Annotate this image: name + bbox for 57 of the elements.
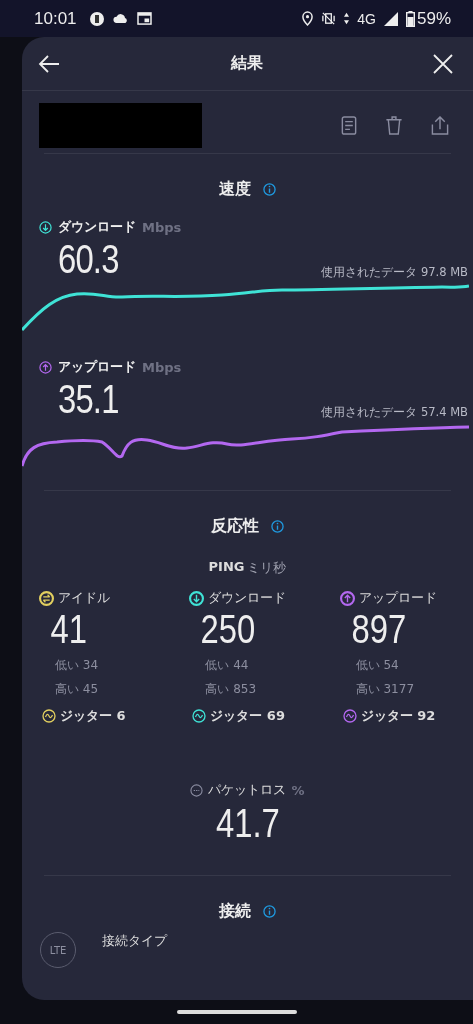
status-time: 10:01 <box>34 8 77 29</box>
info-icon[interactable] <box>271 519 284 533</box>
ping-low: 低い 34 <box>54 657 100 674</box>
ping-high: 高い 3177 <box>354 681 415 698</box>
ping-column-label: アップロード <box>358 589 437 607</box>
vibrate-off-icon <box>321 11 337 26</box>
speed-label: ダウンロード <box>58 218 136 236</box>
packet-loss-unit: % <box>291 782 305 798</box>
close-button[interactable] <box>433 53 453 74</box>
ping-value: 41 <box>49 607 88 651</box>
speed-unit: Mbps <box>142 359 182 375</box>
jitter-icon <box>42 709 56 723</box>
back-button[interactable] <box>38 54 60 73</box>
ping-high: 高い 853 <box>204 681 258 698</box>
jitter-value: ジッター 92 <box>360 707 436 725</box>
jitter-value: ジッター 6 <box>60 707 126 725</box>
ping-column-label: アイドル <box>58 589 110 607</box>
sheet-title: 結果 <box>230 53 263 74</box>
jitter-icon <box>192 709 207 723</box>
section-title: 速度 <box>219 178 251 200</box>
network-type: 4G <box>357 10 376 27</box>
ping-low: 低い 54 <box>354 657 400 674</box>
calendar-icon <box>136 12 152 25</box>
data-used: 使用されたデータ 97.8 MB <box>320 264 468 280</box>
speed-label: アップロード <box>58 358 136 376</box>
delete-button[interactable] <box>385 115 403 135</box>
info-icon[interactable] <box>263 182 276 196</box>
ping-low: 低い 44 <box>204 657 250 674</box>
jitter-icon <box>342 709 357 723</box>
ping-value: 897 <box>350 607 407 651</box>
battery-icon <box>405 10 415 27</box>
jitter-value: ジッター 69 <box>210 707 285 725</box>
cloud-icon <box>112 13 129 24</box>
section-title: 接続 <box>219 900 251 922</box>
packet-loss-value: 41.7 <box>215 801 280 845</box>
packet-loss-icon <box>190 783 204 797</box>
ping-value: 250 <box>199 607 257 651</box>
data-used: 使用されたデータ 57.4 MB <box>320 404 468 420</box>
document-button[interactable] <box>341 115 357 135</box>
download-icon <box>39 220 52 234</box>
section-title: 反応性 <box>211 515 259 537</box>
share-button[interactable] <box>431 115 449 135</box>
packet-loss-label: パケットロス <box>208 781 287 799</box>
speed-value: 35.1 <box>58 378 119 420</box>
ping-column-label: ダウンロード <box>208 589 287 607</box>
ping-unit: ミリ秒 <box>247 559 287 577</box>
connection-type-label: 接続タイプ <box>102 932 167 950</box>
location-icon <box>302 11 314 26</box>
upload-icon <box>39 360 52 374</box>
battery-percent: 59% <box>416 8 451 29</box>
speed-value: 60.3 <box>58 238 119 280</box>
ping-label: PING <box>208 559 245 576</box>
ping-high: 高い 45 <box>54 681 100 698</box>
info-icon[interactable] <box>263 904 276 918</box>
data-arrows-icon <box>344 12 350 25</box>
signal-icon <box>383 11 398 26</box>
speed-unit: Mbps <box>142 219 182 235</box>
